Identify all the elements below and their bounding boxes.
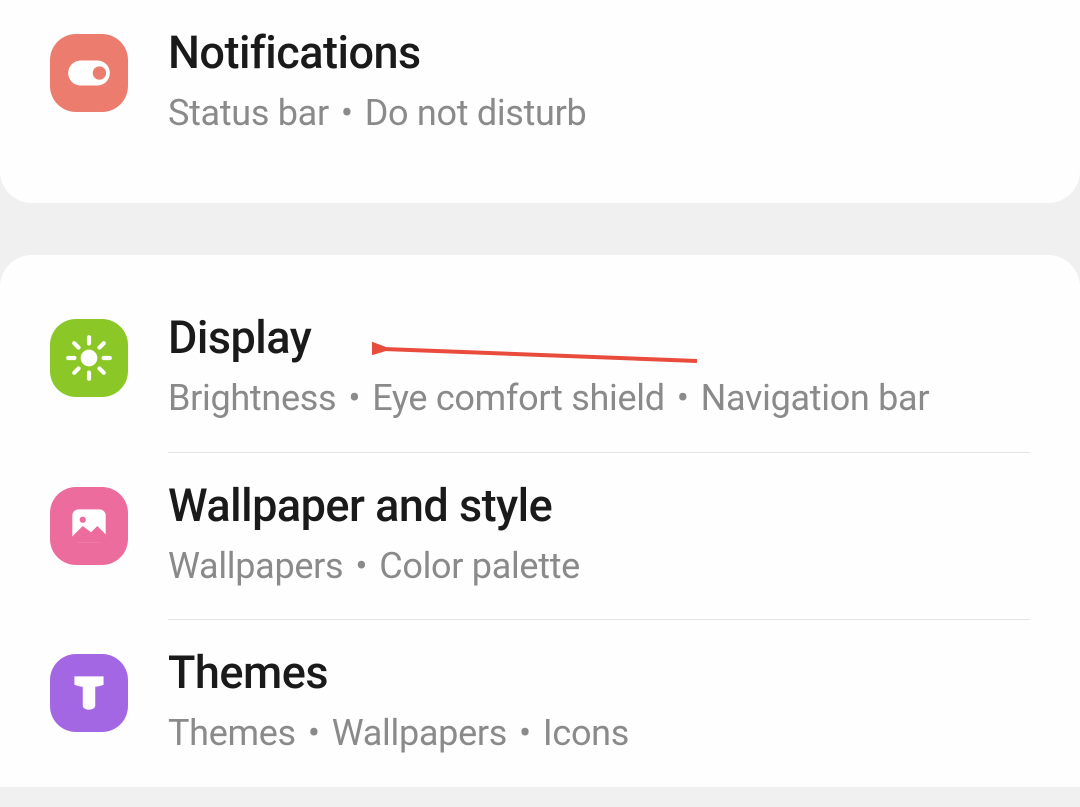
wallpaper-icon [50,487,128,565]
settings-item-display[interactable]: Display Brightness•Eye comfort shield•Na… [0,285,1080,452]
settings-item-title: Wallpaper and style [168,479,1030,533]
settings-item-wallpaper[interactable]: Wallpaper and style Wallpapers•Color pal… [0,453,1080,620]
display-icon [50,319,128,397]
settings-item-subtitle: Themes•Wallpapers•Icons [168,710,1030,757]
settings-item-subtitle: Wallpapers•Color palette [168,543,1030,590]
settings-item-notifications[interactable]: Notifications Status bar•Do not disturb [0,0,1080,167]
settings-item-title: Display [168,311,1030,365]
notifications-icon [50,34,128,112]
settings-item-text: Notifications Status bar•Do not disturb [168,26,1030,137]
settings-item-themes[interactable]: Themes Themes•Wallpapers•Icons [0,620,1080,787]
settings-item-title: Notifications [168,26,1030,80]
settings-item-text: Display Brightness•Eye comfort shield•Na… [168,311,1030,422]
settings-item-text: Wallpaper and style Wallpapers•Color pal… [168,479,1030,590]
themes-icon [50,654,128,732]
settings-item-subtitle: Status bar•Do not disturb [168,90,1030,137]
settings-item-subtitle: Brightness•Eye comfort shield•Navigation… [168,375,1030,422]
settings-item-text: Themes Themes•Wallpapers•Icons [168,646,1030,757]
settings-item-title: Themes [168,646,1030,700]
